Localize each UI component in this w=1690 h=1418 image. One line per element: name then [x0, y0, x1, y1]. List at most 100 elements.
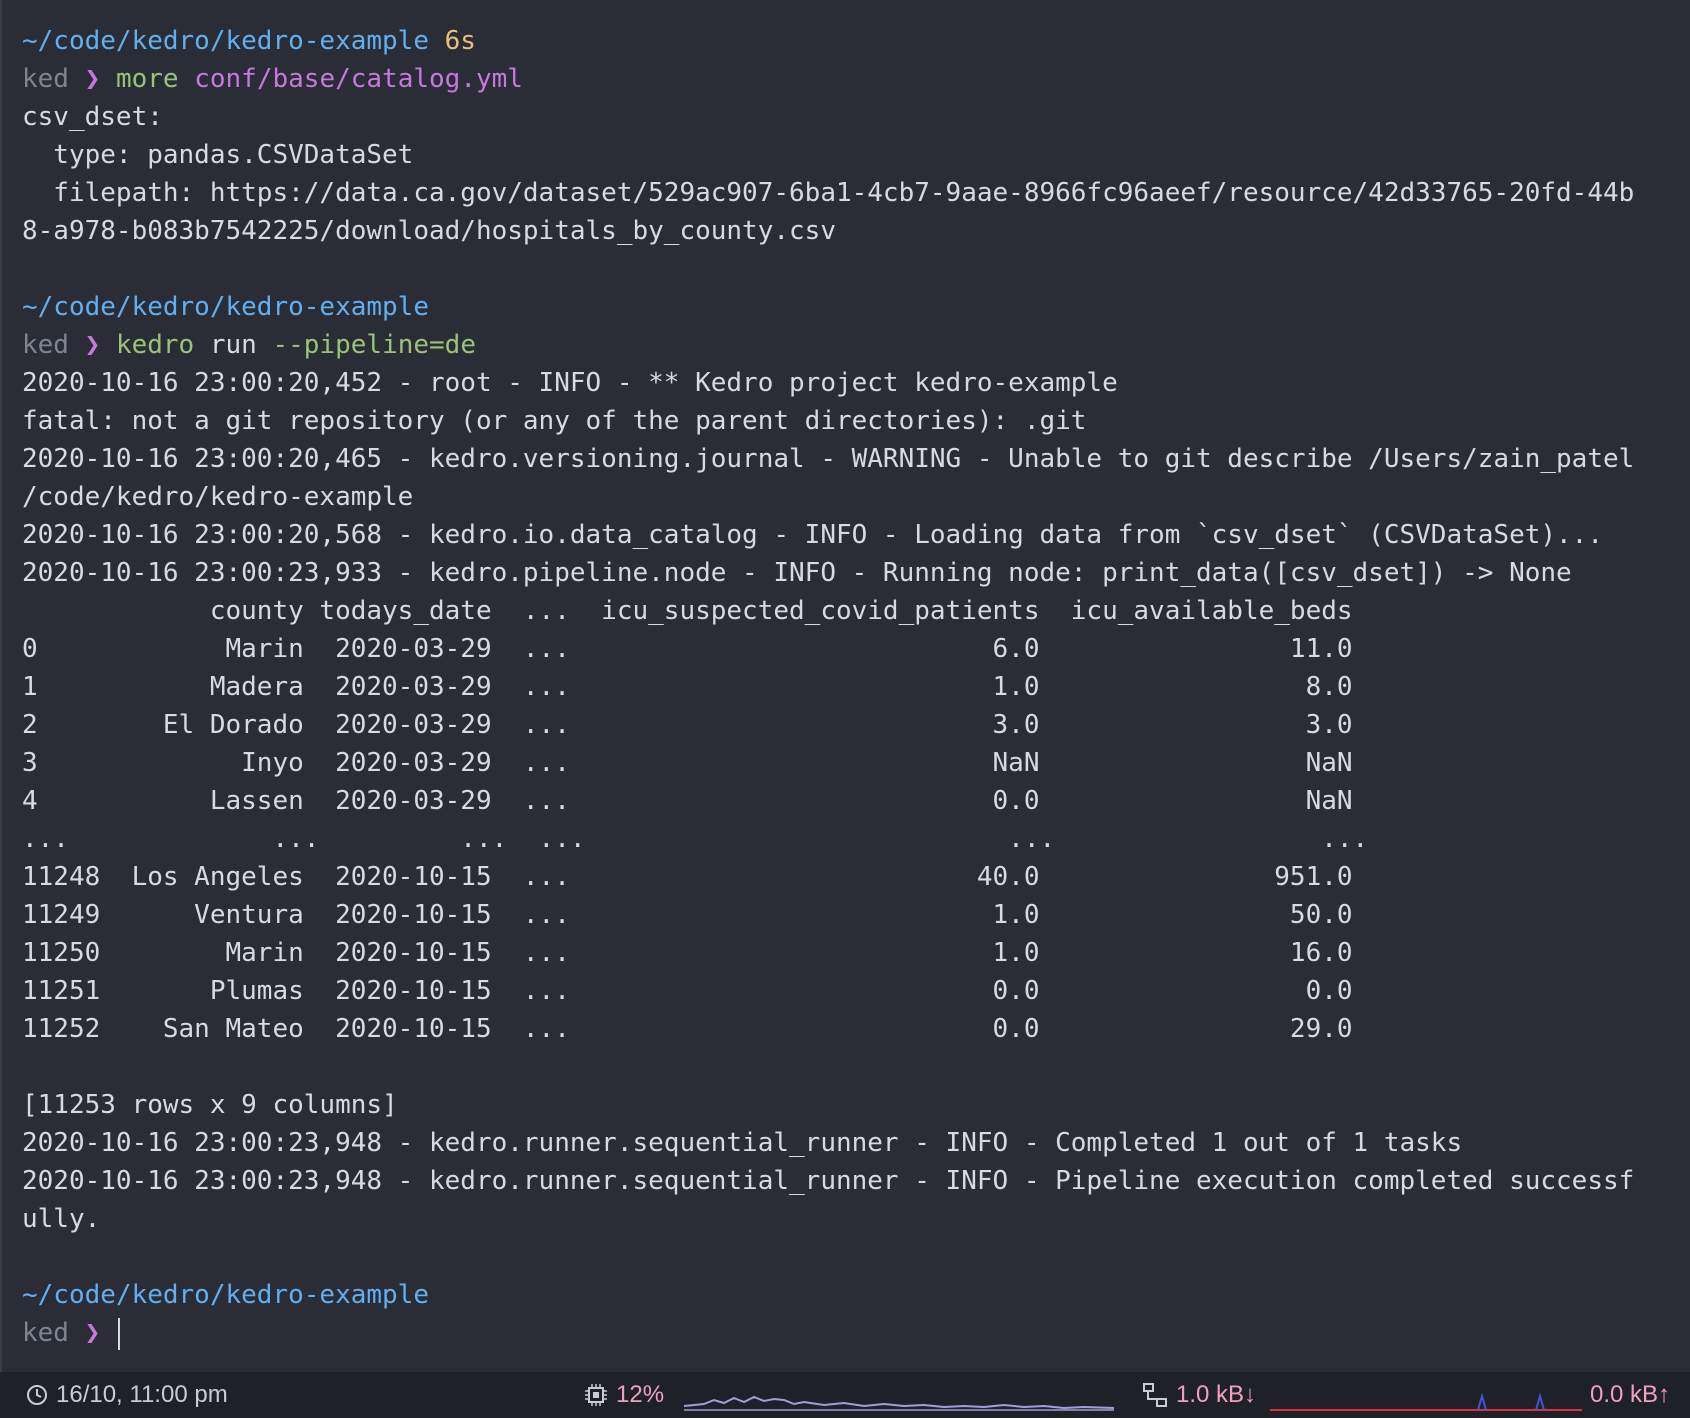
terminal-line: 2020-10-16 23:00:23,948 - kedro.runner.s… — [22, 1162, 1690, 1200]
terminal-line: /code/kedro/kedro-example — [22, 478, 1690, 516]
terminal-text: 2 El Dorado 2020-03-29 ... 3.0 3.0 — [22, 710, 1353, 740]
terminal-line: 4 Lassen 2020-03-29 ... 0.0 NaN — [22, 782, 1690, 820]
cpu-icon — [584, 1383, 608, 1407]
terminal-text: run — [194, 330, 273, 360]
terminal-text: 2020-10-16 23:00:23,948 - kedro.runner.s… — [22, 1128, 1463, 1158]
terminal-line: 11250 Marin 2020-10-15 ... 1.0 16.0 — [22, 934, 1690, 972]
terminal-line: [11253 rows x 9 columns] — [22, 1086, 1690, 1124]
terminal-line: csv_dset: — [22, 98, 1690, 136]
terminal-text: 2020-10-16 23:00:20,568 - kedro.io.data_… — [22, 520, 1603, 550]
terminal-text: csv_dset: — [22, 102, 163, 132]
terminal-line: 8-a978-b083b7542225/download/hospitals_b… — [22, 212, 1690, 250]
terminal-line: type: pandas.CSVDataSet — [22, 136, 1690, 174]
terminal-line: 11252 San Mateo 2020-10-15 ... 0.0 29.0 — [22, 1010, 1690, 1048]
terminal-prompt-user: ked — [22, 64, 69, 94]
network-icon — [1142, 1382, 1168, 1408]
terminal-cmd: more — [115, 64, 179, 94]
status-bar: 16/10, 11:00 pm 12% 1.0 kB↓ 0.0 kB↑ — [0, 1372, 1690, 1418]
terminal-dur: 6s — [444, 26, 476, 56]
terminal-line: 11249 Ventura 2020-10-15 ... 1.0 50.0 — [22, 896, 1690, 934]
clock-icon — [26, 1384, 48, 1406]
terminal-path: ~/code/kedro/kedro-example — [22, 26, 429, 56]
terminal-text: 2020-10-16 23:00:20,452 - root - INFO - … — [22, 368, 1118, 398]
terminal-text: 1 Madera 2020-03-29 ... 1.0 8.0 — [22, 672, 1353, 702]
terminal-text: 11252 San Mateo 2020-10-15 ... 0.0 29.0 — [22, 1014, 1353, 1044]
terminal-line: filepath: https://data.ca.gov/dataset/52… — [22, 174, 1690, 212]
terminal-line: ~/code/kedro/kedro-example 6s — [22, 22, 1690, 60]
terminal-line: 11251 Plumas 2020-10-15 ... 0.0 0.0 — [22, 972, 1690, 1010]
terminal-output[interactable]: ~/code/kedro/kedro-example 6s ked ❯ more … — [0, 0, 1690, 1372]
cpu-widget: 12% — [584, 1372, 664, 1418]
terminal-chev: ❯ — [84, 330, 101, 360]
terminal-line: 1 Madera 2020-03-29 ... 1.0 8.0 — [22, 668, 1690, 706]
terminal-cmd: --pipeline=de — [272, 330, 477, 360]
terminal-path: ~/code/kedro/kedro-example — [22, 1280, 429, 1310]
terminal-text: 2020-10-16 23:00:23,948 - kedro.runner.s… — [22, 1166, 1635, 1196]
cpu-sparkline — [684, 1395, 1114, 1411]
terminal-text: filepath: https://data.ca.gov/dataset/52… — [22, 178, 1635, 208]
terminal-text: type: pandas.CSVDataSet — [22, 140, 414, 170]
terminal-line: ked ❯ kedro run --pipeline=de — [22, 326, 1690, 364]
net-up-rate: 0.0 kB↑ — [1590, 1381, 1671, 1408]
terminal-text: 3 Inyo 2020-03-29 ... NaN NaN — [22, 748, 1353, 778]
terminal-text: 11251 Plumas 2020-10-15 ... 0.0 0.0 — [22, 976, 1353, 1006]
terminal-text: [11253 rows x 9 columns] — [22, 1090, 398, 1120]
terminal-line: 2020-10-16 23:00:20,452 - root - INFO - … — [22, 364, 1690, 402]
terminal-text: 11248 Los Angeles 2020-10-15 ... 40.0 95… — [22, 862, 1353, 892]
network-sparkline — [1270, 1392, 1582, 1411]
terminal-line: 2 El Dorado 2020-03-29 ... 3.0 3.0 — [22, 706, 1690, 744]
text-cursor — [117, 1317, 120, 1350]
terminal-cmd: kedro — [115, 330, 195, 360]
terminal-text: 8-a978-b083b7542225/download/hospitals_b… — [22, 216, 836, 246]
terminal-path: ~/code/kedro/kedro-example — [22, 292, 429, 322]
network-up-widget: 0.0 kB↑ — [1590, 1372, 1670, 1418]
terminal-line: ... ... ... ... ... ... — [22, 820, 1690, 858]
terminal-line: ~/code/kedro/kedro-example — [22, 1276, 1690, 1314]
terminal-chev: ❯ — [84, 64, 101, 94]
net-down-rate: 1.0 kB↓ — [1176, 1381, 1257, 1408]
terminal-text: 2020-10-16 23:00:20,465 - kedro.versioni… — [22, 444, 1635, 474]
terminal-text: /code/kedro/kedro-example — [22, 482, 414, 512]
terminal-text: ully. — [22, 1204, 101, 1234]
terminal-text: 0 Marin 2020-03-29 ... 6.0 11.0 — [22, 634, 1353, 664]
terminal-text: 11249 Ventura 2020-10-15 ... 1.0 50.0 — [22, 900, 1353, 930]
terminal-text: fatal: not a git repository (or any of t… — [22, 406, 1087, 436]
datetime-widget: 16/10, 11:00 pm — [26, 1372, 228, 1418]
terminal-line: fatal: not a git repository (or any of t… — [22, 402, 1690, 440]
terminal-line: 2020-10-16 23:00:20,568 - kedro.io.data_… — [22, 516, 1690, 554]
terminal-line: 2020-10-16 23:00:23,948 - kedro.runner.s… — [22, 1124, 1690, 1162]
terminal-line: ~/code/kedro/kedro-example — [22, 288, 1690, 326]
terminal-line: ked ❯ — [22, 1314, 1690, 1352]
terminal-chev: ❯ — [84, 1318, 101, 1348]
terminal-line: county todays_date ... icu_suspected_cov… — [22, 592, 1690, 630]
terminal-prompt-user: ked — [22, 330, 69, 360]
terminal-text: county todays_date ... icu_suspected_cov… — [22, 596, 1353, 626]
terminal-line: 3 Inyo 2020-03-29 ... NaN NaN — [22, 744, 1690, 782]
terminal-line: 2020-10-16 23:00:20,465 - kedro.versioni… — [22, 440, 1690, 478]
terminal-arg: conf/base/catalog.yml — [194, 64, 523, 94]
terminal-text: 4 Lassen 2020-03-29 ... 0.0 NaN — [22, 786, 1353, 816]
datetime-text: 16/10, 11:00 pm — [56, 1381, 228, 1408]
terminal-prompt-user: ked — [22, 1318, 69, 1348]
terminal-line: ully. — [22, 1200, 1690, 1238]
terminal-text: 11250 Marin 2020-10-15 ... 1.0 16.0 — [22, 938, 1353, 968]
cpu-percent: 12% — [616, 1381, 665, 1408]
terminal-line: 11248 Los Angeles 2020-10-15 ... 40.0 95… — [22, 858, 1690, 896]
terminal-line: 2020-10-16 23:00:23,933 - kedro.pipeline… — [22, 554, 1690, 592]
terminal-text: ... ... ... ... ... ... — [22, 824, 1369, 854]
network-down-widget: 1.0 kB↓ — [1142, 1372, 1256, 1418]
terminal-text: 2020-10-16 23:00:23,933 - kedro.pipeline… — [22, 558, 1572, 588]
terminal-line: 0 Marin 2020-03-29 ... 6.0 11.0 — [22, 630, 1690, 668]
terminal-line: ked ❯ more conf/base/catalog.yml — [22, 60, 1690, 98]
